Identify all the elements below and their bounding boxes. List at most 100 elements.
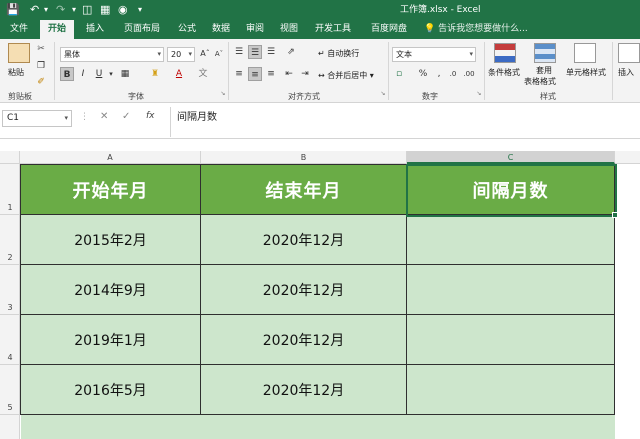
tab-formulas[interactable]: 公式 xyxy=(172,20,202,39)
table-cell[interactable]: 2015年2月 xyxy=(21,215,201,265)
table-cell[interactable]: 2019年1月 xyxy=(21,315,201,365)
conditional-formatting-button[interactable]: 条件格式 xyxy=(488,67,520,78)
table-cell[interactable]: 2014年9月 xyxy=(21,265,201,315)
copy-icon[interactable]: ❐ xyxy=(34,59,48,73)
chevron-down-icon[interactable]: ▾ xyxy=(64,111,68,126)
borders-icon[interactable]: ▦ xyxy=(118,67,132,81)
qat-dropdown-icon[interactable]: ▾ xyxy=(72,3,76,17)
camera-icon[interactable]: ◉ xyxy=(118,3,128,17)
table-cell[interactable]: 2020年12月 xyxy=(201,265,407,315)
row-header-3[interactable]: 3 xyxy=(0,265,20,315)
decrease-font-icon[interactable]: Aˇ xyxy=(212,47,226,61)
underline-dropdown-icon[interactable]: ▾ xyxy=(104,67,118,81)
row-header-4[interactable]: 4 xyxy=(0,315,20,365)
insert-function-icon[interactable]: fx xyxy=(146,111,155,121)
tab-data[interactable]: 数据 xyxy=(206,20,236,39)
cancel-icon[interactable]: ✕ xyxy=(100,111,108,122)
table-cell[interactable]: 2020年12月 xyxy=(201,365,407,415)
table-cell[interactable] xyxy=(407,315,615,365)
table-cell[interactable] xyxy=(407,365,615,415)
header-cell-start[interactable]: 开始年月 xyxy=(21,165,201,215)
align-bottom-icon[interactable]: ☰ xyxy=(264,45,278,59)
tab-review[interactable]: 审阅 xyxy=(240,20,270,39)
row-header-2[interactable]: 2 xyxy=(0,215,20,265)
tab-home[interactable]: 开始 xyxy=(40,20,74,39)
column-header-a[interactable]: A xyxy=(20,151,201,164)
italic-button[interactable]: I xyxy=(76,67,90,81)
increase-font-icon[interactable]: Aˆ xyxy=(198,47,212,61)
redo-icon[interactable]: ↷ xyxy=(56,3,65,17)
cut-icon[interactable]: ✂ xyxy=(34,42,48,56)
merge-icon: ↔ xyxy=(318,71,325,80)
orientation-icon[interactable]: ⇗ xyxy=(284,45,298,59)
align-right-icon[interactable]: ≡ xyxy=(264,67,278,81)
undo-dropdown-icon[interactable]: ▾ xyxy=(44,3,48,17)
formula-input[interactable]: 间隔月数 xyxy=(170,107,638,137)
font-size-combo[interactable]: 20 ▾ xyxy=(167,47,195,62)
select-all-corner[interactable] xyxy=(0,151,20,164)
format-as-table-button[interactable]: 套用 xyxy=(536,65,552,76)
table-cell[interactable] xyxy=(407,215,615,265)
phonetic-icon[interactable]: 文 xyxy=(196,67,210,81)
paste-button[interactable]: 粘贴 xyxy=(8,67,24,78)
align-center-icon[interactable]: ≡ xyxy=(248,67,262,81)
name-box[interactable]: C1 ▾ xyxy=(2,110,72,127)
align-top-icon[interactable]: ☰ xyxy=(232,45,246,59)
tab-file[interactable]: 文件 xyxy=(4,20,34,39)
align-left-icon[interactable]: ≡ xyxy=(232,67,246,81)
tab-developer[interactable]: 开发工具 xyxy=(312,20,354,39)
grid-icon[interactable]: ▦ xyxy=(100,3,110,17)
insert-cells-icon[interactable] xyxy=(618,43,640,63)
ribbon-tab-bar: 文件 开始 插入 页面布局 公式 数据 审阅 视图 开发工具 百度网盘 💡 告诉… xyxy=(0,20,640,39)
tab-insert[interactable]: 插入 xyxy=(80,20,110,39)
comma-style-icon[interactable]: , xyxy=(432,67,446,81)
row-header-5[interactable]: 5 xyxy=(0,365,20,415)
header-cell-end[interactable]: 结束年月 xyxy=(201,165,407,215)
undo-icon[interactable]: ↶ xyxy=(30,3,39,17)
resize-handle-icon[interactable]: ⋮ xyxy=(80,112,89,122)
insert-cells-button[interactable]: 插入 xyxy=(618,67,634,78)
column-header-b[interactable]: B xyxy=(201,151,407,164)
group-separator xyxy=(484,42,485,100)
format-as-table-icon[interactable] xyxy=(534,43,556,63)
table-cell[interactable]: 2016年5月 xyxy=(21,365,201,415)
row-header-6[interactable] xyxy=(0,415,20,439)
align-middle-icon[interactable]: ☰ xyxy=(248,45,262,59)
row-header-1[interactable]: 1 xyxy=(0,164,20,215)
empty-row[interactable] xyxy=(21,415,615,439)
fill-handle[interactable] xyxy=(612,212,618,218)
accounting-format-icon[interactable]: ▫ xyxy=(392,67,406,81)
percent-icon[interactable]: % xyxy=(416,67,430,81)
increase-decimal-icon[interactable]: .0 xyxy=(446,67,460,81)
format-as-table-button-line2[interactable]: 表格格式 xyxy=(524,76,556,87)
header-cell-interval[interactable]: 间隔月数 xyxy=(407,165,615,215)
decrease-indent-icon[interactable]: ⇤ xyxy=(282,67,296,81)
customize-qat-icon[interactable]: ▾ xyxy=(138,3,142,17)
print-preview-icon[interactable]: ◫ xyxy=(82,3,92,17)
fill-color-icon[interactable]: ♜ xyxy=(148,67,162,81)
paste-icon[interactable] xyxy=(8,43,30,63)
table-cell[interactable] xyxy=(407,265,615,315)
tab-baidu-netdisk[interactable]: 百度网盘 xyxy=(364,20,414,39)
bold-button[interactable]: B xyxy=(60,67,74,81)
wrap-text-button[interactable]: ↵ 自动换行 xyxy=(318,48,359,59)
cell-styles-icon[interactable] xyxy=(574,43,596,63)
tab-page-layout[interactable]: 页面布局 xyxy=(116,20,168,39)
font-color-icon[interactable]: A xyxy=(172,67,186,81)
font-name-combo[interactable]: 黑体 ▾ xyxy=(60,47,164,62)
table-cell[interactable]: 2020年12月 xyxy=(201,215,407,265)
column-header-d[interactable] xyxy=(615,151,640,164)
tell-me-search[interactable]: 💡 告诉我您想要做什么... xyxy=(424,20,528,39)
cell-styles-button[interactable]: 单元格样式 xyxy=(566,67,606,78)
increase-indent-icon[interactable]: ⇥ xyxy=(298,67,312,81)
decrease-decimal-icon[interactable]: .00 xyxy=(462,67,476,81)
table-cell[interactable]: 2020年12月 xyxy=(201,315,407,365)
number-format-combo[interactable]: 文本 ▾ xyxy=(392,47,476,62)
column-header-c[interactable]: C xyxy=(407,151,615,164)
enter-icon[interactable]: ✓ xyxy=(122,111,130,122)
save-icon[interactable]: 💾 xyxy=(6,3,20,17)
format-painter-icon[interactable]: ✐ xyxy=(34,75,48,89)
merge-center-button[interactable]: ↔ 合并后居中 ▾ xyxy=(318,70,374,81)
conditional-formatting-icon[interactable] xyxy=(494,43,516,63)
tab-view[interactable]: 视图 xyxy=(274,20,304,39)
